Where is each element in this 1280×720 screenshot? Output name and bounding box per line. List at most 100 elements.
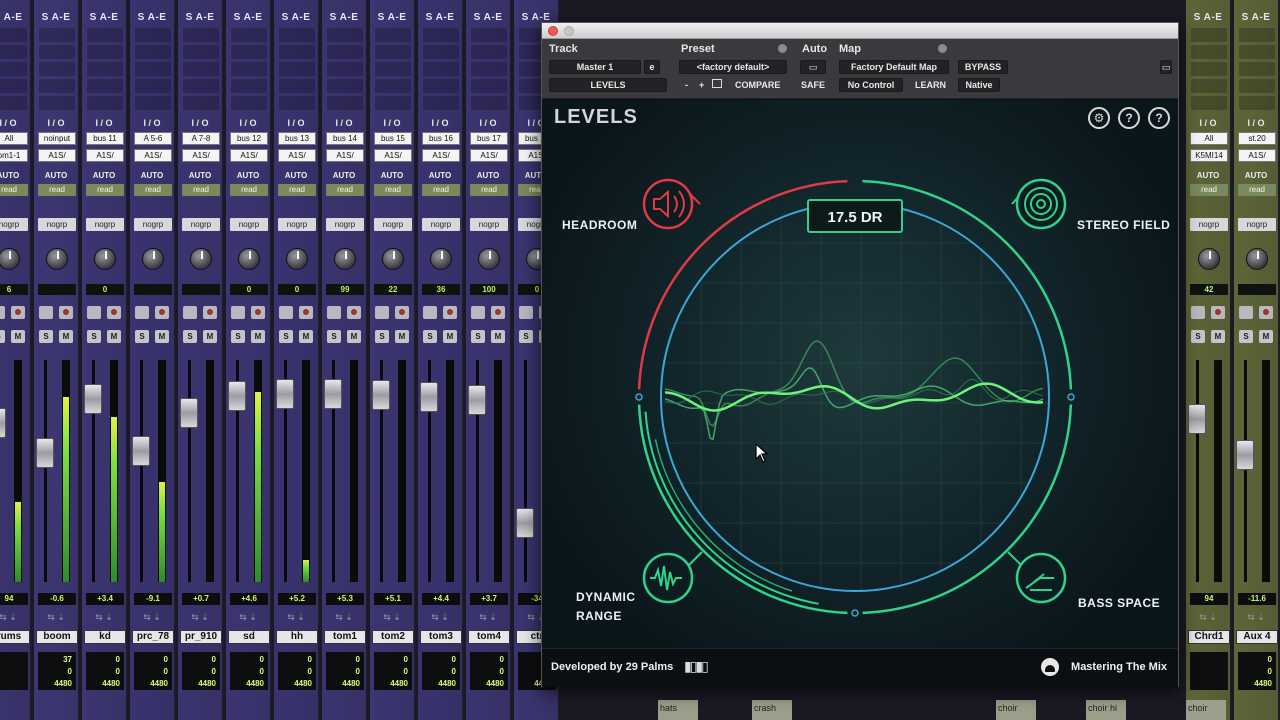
output-selector[interactable]: A1S/	[38, 149, 76, 162]
insert-slot[interactable]	[375, 28, 411, 42]
group-select[interactable]: nogrp	[230, 218, 268, 231]
insert-slot[interactable]	[0, 28, 27, 42]
input-selector[interactable]: bus 15	[374, 132, 412, 145]
no-control-select[interactable]: No Control	[839, 78, 903, 92]
track-name[interactable]: sd	[228, 630, 270, 644]
volume-fader[interactable]	[420, 382, 438, 412]
input-monitor-button[interactable]	[279, 306, 293, 319]
automation-mode-select[interactable]: read	[230, 184, 268, 196]
mute-button[interactable]: M	[251, 330, 265, 343]
insert-slot[interactable]	[423, 96, 459, 110]
insert-slot[interactable]	[423, 62, 459, 76]
pan-knob[interactable]	[190, 248, 212, 270]
group-select[interactable]: nogrp	[278, 218, 316, 231]
group-select[interactable]: nogrp	[38, 218, 76, 231]
track-name[interactable]: tom3	[420, 630, 462, 644]
mute-button[interactable]: M	[1211, 330, 1225, 343]
track-name[interactable]: hh	[276, 630, 318, 644]
volume-fader[interactable]	[180, 398, 198, 428]
insert-slot[interactable]	[327, 96, 363, 110]
solo-button[interactable]: S	[0, 330, 5, 343]
automation-mode-select[interactable]: read	[1238, 184, 1276, 196]
output-selector[interactable]: A1S/	[326, 149, 364, 162]
record-arm-button[interactable]	[107, 306, 121, 319]
automation-mode-select[interactable]: read	[182, 184, 220, 196]
pan-knob[interactable]	[0, 248, 20, 270]
help-icon[interactable]: ?	[1148, 107, 1170, 129]
output-selector[interactable]: A1S/	[1238, 149, 1276, 162]
insert-slot[interactable]	[231, 96, 267, 110]
input-selector[interactable]: bus 14	[326, 132, 364, 145]
input-monitor-button[interactable]	[1239, 306, 1253, 319]
volume-fader[interactable]	[132, 436, 150, 466]
record-arm-button[interactable]	[251, 306, 265, 319]
input-selector[interactable]: bus 16	[422, 132, 460, 145]
preset-prev-button[interactable]: -	[685, 80, 688, 90]
record-arm-button[interactable]	[1211, 306, 1225, 319]
insert-slot[interactable]	[1191, 45, 1227, 59]
insert-slot[interactable]	[87, 28, 123, 42]
automation-mode-select[interactable]: read	[422, 184, 460, 196]
insert-slot[interactable]	[135, 96, 171, 110]
mute-button[interactable]: M	[155, 330, 169, 343]
insert-slot[interactable]	[39, 45, 75, 59]
solo-button[interactable]: S	[471, 330, 485, 343]
preset-next-button[interactable]: +	[699, 80, 704, 90]
solo-button[interactable]: S	[519, 330, 533, 343]
record-arm-button[interactable]	[299, 306, 313, 319]
insert-slot[interactable]	[183, 28, 219, 42]
minimize-window-button[interactable]	[564, 26, 574, 36]
input-selector[interactable]: bus 12	[230, 132, 268, 145]
output-selector[interactable]: A1S/	[422, 149, 460, 162]
input-monitor-button[interactable]	[375, 306, 389, 319]
insert-slot[interactable]	[471, 28, 507, 42]
input-selector[interactable]: bus 11	[86, 132, 124, 145]
volume-fader[interactable]	[516, 508, 534, 538]
group-select[interactable]: nogrp	[326, 218, 364, 231]
track-name[interactable]: prc_78	[132, 630, 174, 644]
pan-knob[interactable]	[286, 248, 308, 270]
insert-slot[interactable]	[87, 79, 123, 93]
insert-slot[interactable]	[375, 79, 411, 93]
automation-mode-select[interactable]: read	[470, 184, 508, 196]
pan-knob[interactable]	[46, 248, 68, 270]
track-name[interactable]: Aux 4	[1236, 630, 1278, 644]
preset-select[interactable]: <factory default>	[679, 60, 787, 74]
insert-slot[interactable]	[279, 62, 315, 76]
record-arm-button[interactable]	[203, 306, 217, 319]
insert-select[interactable]: LEVELS	[549, 78, 667, 92]
output-selector[interactable]: A1S/	[86, 149, 124, 162]
solo-button[interactable]: S	[87, 330, 101, 343]
solo-button[interactable]: S	[231, 330, 245, 343]
insert-slot[interactable]	[1239, 45, 1275, 59]
group-select[interactable]: nogrp	[470, 218, 508, 231]
insert-slot[interactable]	[1239, 28, 1275, 42]
info-icon[interactable]: ?	[1118, 107, 1140, 129]
input-selector[interactable]: bus 17	[470, 132, 508, 145]
insert-slot[interactable]	[423, 79, 459, 93]
insert-slot[interactable]	[1239, 62, 1275, 76]
insert-slot[interactable]	[0, 79, 27, 93]
volume-fader[interactable]	[36, 438, 54, 468]
insert-slot[interactable]	[279, 28, 315, 42]
pan-knob[interactable]	[238, 248, 260, 270]
insert-slot[interactable]	[327, 45, 363, 59]
insert-slot[interactable]	[0, 45, 27, 59]
record-arm-button[interactable]	[11, 306, 25, 319]
insert-slot[interactable]	[39, 28, 75, 42]
automation-mode-select[interactable]: read	[134, 184, 172, 196]
record-arm-button[interactable]	[347, 306, 361, 319]
volume-fader[interactable]	[468, 385, 486, 415]
input-selector[interactable]: st.20	[1238, 132, 1276, 145]
insert-slot[interactable]	[279, 79, 315, 93]
mute-button[interactable]: M	[203, 330, 217, 343]
record-arm-button[interactable]	[155, 306, 169, 319]
group-select[interactable]: nogrp	[422, 218, 460, 231]
volume-fader[interactable]	[1236, 440, 1254, 470]
input-monitor-button[interactable]	[39, 306, 53, 319]
solo-button[interactable]: S	[183, 330, 197, 343]
insert-slot[interactable]	[471, 96, 507, 110]
track-e-button[interactable]: e	[644, 60, 660, 74]
automation-mode-select[interactable]: read	[278, 184, 316, 196]
mute-button[interactable]: M	[107, 330, 121, 343]
